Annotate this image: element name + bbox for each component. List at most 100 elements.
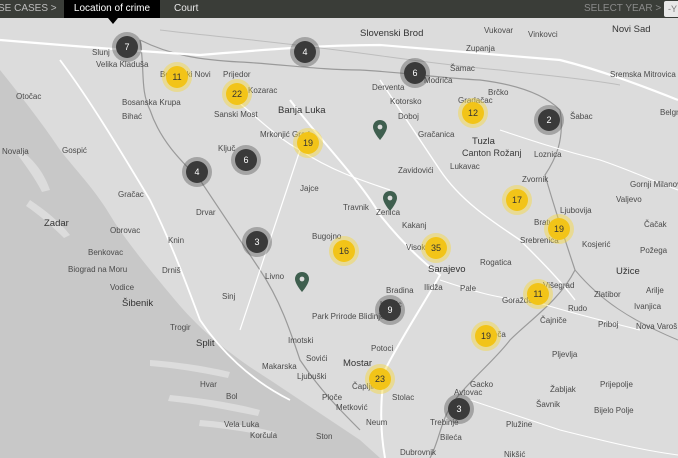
place-label: Ploče xyxy=(322,393,343,402)
cluster-marker[interactable]: 23 xyxy=(369,368,391,390)
select-year-link[interactable]: SELECT YEAR > xyxy=(584,0,661,18)
place-label: Neum xyxy=(366,418,388,427)
cluster-marker[interactable]: 4 xyxy=(186,161,208,183)
place-label: Bradina xyxy=(386,286,414,295)
place-label: Travnik xyxy=(343,203,369,212)
place-label: Prijedor xyxy=(223,70,251,79)
place-label: Šibenik xyxy=(122,298,154,309)
map-view: Slunj Slovenski Brod Novi Sad Prijedor B… xyxy=(0,0,678,458)
place-label: Bileća xyxy=(440,433,462,442)
cluster-marker[interactable]: 6 xyxy=(404,62,426,84)
place-label: Zupanja xyxy=(466,44,495,53)
year-select[interactable]: -Y xyxy=(664,1,678,17)
cluster-marker[interactable]: 17 xyxy=(506,189,528,211)
place-label: Belgrade xyxy=(660,108,678,117)
place-label: Čačak xyxy=(644,220,667,229)
place-label: Dubrovnik xyxy=(400,448,437,457)
place-label: Gračanica xyxy=(418,130,455,139)
place-label: Zlatibor xyxy=(594,290,621,299)
place-label: Sarajevo xyxy=(428,264,466,275)
place-label: Valjevo xyxy=(616,195,642,204)
cluster-marker[interactable]: 2 xyxy=(538,109,560,131)
place-label: Rogatica xyxy=(480,258,512,267)
cluster-marker[interactable]: 19 xyxy=(548,218,570,240)
place-label: Metković xyxy=(336,403,368,412)
place-label: Nikšić xyxy=(504,450,526,458)
place-label: Prijepolje xyxy=(600,380,633,389)
active-tab-caret xyxy=(108,18,118,24)
cluster-marker[interactable]: 9 xyxy=(379,299,401,321)
place-label: Gračac xyxy=(118,190,144,199)
top-toolbar: SE CASES > Location of crime Court SELEC… xyxy=(0,0,678,18)
place-label: Arilje xyxy=(646,286,664,295)
place-label: Sinj xyxy=(222,292,236,301)
cluster-marker[interactable]: 16 xyxy=(333,240,355,262)
place-label: Tuzla xyxy=(472,136,495,147)
place-label: Vela Luka xyxy=(224,420,260,429)
place-label: Rudo xyxy=(568,304,588,313)
place-label: Modriča xyxy=(424,76,453,85)
place-label: Gornji Milanovac xyxy=(630,180,678,189)
place-label: Šabac xyxy=(570,112,593,121)
place-label: Požega xyxy=(640,246,668,255)
place-label: Potoci xyxy=(371,344,394,353)
place-label: Ljubovija xyxy=(560,206,592,215)
location-pin-icon[interactable] xyxy=(383,191,397,211)
cluster-marker[interactable]: 11 xyxy=(166,66,188,88)
place-label: Kosjerić xyxy=(582,240,611,249)
place-label: Park Prirode Blidinje xyxy=(312,312,385,321)
place-label: Nova Varoš xyxy=(636,322,678,331)
place-label: Canton Rožanj xyxy=(462,148,522,158)
place-label: Novi Sad xyxy=(612,24,651,35)
place-label: Benkovac xyxy=(88,248,124,257)
place-label: Trogir xyxy=(170,323,191,332)
place-label: Plužine xyxy=(506,420,533,429)
cluster-marker[interactable]: 12 xyxy=(462,102,484,124)
place-label: Šamac xyxy=(450,64,475,73)
place-label: Jajce xyxy=(300,184,319,193)
cluster-marker[interactable]: 3 xyxy=(448,398,470,420)
place-label: Hvar xyxy=(200,380,217,389)
place-label: Bugojno xyxy=(312,232,342,241)
place-label: Avtovac xyxy=(454,388,483,397)
place-label: Sanski Most xyxy=(214,110,258,119)
place-label: Knin xyxy=(168,236,185,245)
place-label: Sremska Mitrovica xyxy=(610,70,676,79)
place-label: Loznica xyxy=(534,150,562,159)
cluster-marker[interactable]: 19 xyxy=(297,132,319,154)
place-label: Livno xyxy=(265,272,285,281)
place-label: Slovenski Brod xyxy=(360,28,424,39)
place-label: Gospić xyxy=(62,146,87,155)
cluster-marker[interactable]: 22 xyxy=(226,83,248,105)
cluster-marker[interactable]: 11 xyxy=(527,283,549,305)
cluster-marker[interactable]: 3 xyxy=(246,231,268,253)
place-label: Zadar xyxy=(44,218,69,229)
place-label: Pale xyxy=(460,284,477,293)
place-label: Slunj xyxy=(92,48,110,57)
place-label: Ilidža xyxy=(424,283,443,292)
place-label: Doboj xyxy=(398,112,419,121)
place-label: Sovići xyxy=(306,354,328,363)
location-pin-icon[interactable] xyxy=(373,120,387,140)
cluster-marker[interactable]: 4 xyxy=(294,41,316,63)
cluster-marker[interactable]: 7 xyxy=(116,36,138,58)
place-label: Pljevlja xyxy=(552,350,578,359)
tab-location-of-crime[interactable]: Location of crime xyxy=(64,0,160,18)
place-label: Bol xyxy=(226,392,238,401)
place-label: Kotorsko xyxy=(390,97,422,106)
place-label: Vodice xyxy=(110,283,135,292)
place-label: Otočac xyxy=(16,92,42,101)
cluster-marker[interactable]: 6 xyxy=(235,149,257,171)
place-label: Velika Kladuša xyxy=(96,60,149,69)
location-pin-icon[interactable] xyxy=(295,272,309,292)
place-label: Užice xyxy=(616,266,640,277)
browse-cases-link[interactable]: SE CASES > xyxy=(0,0,57,18)
place-label: Imotski xyxy=(288,336,314,345)
cluster-marker[interactable]: 19 xyxy=(475,325,497,347)
place-label: Zavidovići xyxy=(398,166,434,175)
place-label: Čajniče xyxy=(540,316,567,325)
tab-court[interactable]: Court xyxy=(174,0,198,18)
cluster-marker[interactable]: 35 xyxy=(425,237,447,259)
place-label: Obrovac xyxy=(110,226,141,235)
place-label: Banja Luka xyxy=(278,105,326,116)
